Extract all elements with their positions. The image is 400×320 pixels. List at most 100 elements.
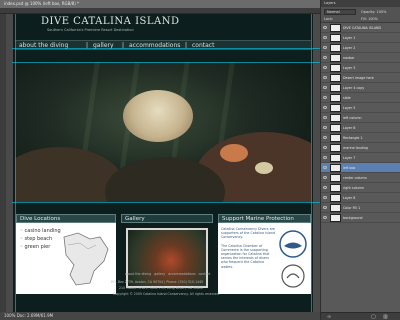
location-item[interactable]: ◦ green pier <box>20 244 61 250</box>
visibility-eye-icon[interactable] <box>323 46 327 49</box>
trash-icon[interactable]: ▥ <box>383 314 388 320</box>
layer-name[interactable]: left column <box>343 113 362 122</box>
layer-row[interactable]: left box <box>321 163 400 173</box>
visibility-eye-icon[interactable] <box>323 106 327 109</box>
guide-line[interactable] <box>311 14 312 312</box>
new-layer-icon[interactable]: ▢ <box>371 314 376 320</box>
visibility-eye-icon[interactable] <box>323 116 327 119</box>
layer-name[interactable]: Color Fill 1 <box>343 203 360 212</box>
layer-row[interactable]: slide <box>321 93 400 103</box>
gallery-heading: Gallery <box>121 214 213 223</box>
site-tagline: Southern California's Premiere Resort De… <box>47 28 134 32</box>
visibility-eye-icon[interactable] <box>323 136 327 139</box>
layer-thumbnail <box>330 84 341 92</box>
layer-name[interactable]: center column <box>343 173 367 182</box>
layer-row[interactable]: Desert image here <box>321 73 400 83</box>
layer-row[interactable]: Layer 7 <box>321 153 400 163</box>
visibility-eye-icon[interactable] <box>323 86 327 89</box>
layer-row[interactable]: Layer 2 <box>321 43 400 53</box>
layer-name[interactable]: right column <box>343 183 364 192</box>
layer-thumbnail <box>330 154 341 162</box>
layer-name[interactable]: Layer 7 <box>343 153 355 162</box>
layer-row[interactable]: background <box>321 213 400 223</box>
layer-thumbnail <box>330 144 341 152</box>
layer-row[interactable]: Rectangle 1 <box>321 133 400 143</box>
footer-address: P.O. Box 2739, Avalon, CA 90704 | Phone:… <box>111 280 204 284</box>
layer-name[interactable]: slide <box>343 93 351 102</box>
visibility-eye-icon[interactable] <box>323 36 327 39</box>
layer-row[interactable]: navbar <box>321 53 400 63</box>
layer-name[interactable]: Layer 6 <box>343 123 355 132</box>
layer-name[interactable]: navbar <box>343 53 355 62</box>
visibility-eye-icon[interactable] <box>323 26 327 29</box>
layer-row[interactable]: marine landing <box>321 143 400 153</box>
layer-row[interactable]: left column <box>321 113 400 123</box>
chamber-logo-icon <box>281 264 305 288</box>
guide-line[interactable] <box>12 62 320 63</box>
layer-row[interactable]: Color Fill 1 <box>321 203 400 213</box>
layer-thumbnail <box>330 184 341 192</box>
guide-line[interactable] <box>12 48 320 49</box>
fill-field[interactable]: Fill: 100% <box>361 16 378 22</box>
layer-name[interactable]: Layer 3 <box>343 63 355 72</box>
guide-line[interactable] <box>12 202 320 203</box>
location-item[interactable]: ◦ step beach <box>20 236 61 242</box>
layer-thumbnail <box>330 124 341 132</box>
layer-name[interactable]: Layer 1 <box>343 33 355 42</box>
visibility-eye-icon[interactable] <box>323 216 327 219</box>
visibility-eye-icon[interactable] <box>323 146 327 149</box>
link-icon[interactable]: ∞ <box>327 314 331 320</box>
layer-name[interactable]: Layer 5 <box>343 103 355 112</box>
layer-name[interactable]: DIVE CATALINA ISLAND <box>343 23 381 32</box>
visibility-eye-icon[interactable] <box>323 96 327 99</box>
layer-name[interactable]: left box <box>343 163 355 172</box>
layer-name[interactable]: Layer 4 copy <box>343 83 364 92</box>
layer-row[interactable]: Layer 6 <box>321 123 400 133</box>
layer-thumbnail <box>330 94 341 102</box>
blend-mode-select[interactable]: Normal <box>324 9 356 15</box>
location-item[interactable]: ◦ casino landing <box>20 228 61 234</box>
starfish <box>123 90 193 142</box>
opacity-field[interactable]: Opacity: 100% <box>361 9 387 15</box>
footer-link[interactable]: accommodations <box>168 272 195 276</box>
layer-row[interactable]: Layer 4 copy <box>321 83 400 93</box>
layer-thumbnail <box>330 134 341 142</box>
visibility-eye-icon[interactable] <box>323 176 327 179</box>
layer-name[interactable]: Rectangle 1 <box>343 133 363 142</box>
layer-row[interactable]: Layer 3 <box>321 63 400 73</box>
layer-name[interactable]: Layer 8 <box>343 193 355 202</box>
layer-name[interactable]: Desert image here <box>343 73 374 82</box>
guide-line[interactable] <box>15 14 16 312</box>
visibility-eye-icon[interactable] <box>323 156 327 159</box>
layer-row[interactable]: Layer 8 <box>321 193 400 203</box>
visibility-eye-icon[interactable] <box>323 196 327 199</box>
footer-address-2: 210 Golden Shore, Suite 135, Long Beach,… <box>119 286 204 290</box>
layers-panel-header[interactable]: Layers <box>321 0 400 7</box>
visibility-eye-icon[interactable] <box>323 56 327 59</box>
visibility-eye-icon[interactable] <box>323 166 327 169</box>
document-tab[interactable]: index.psd @ 100% (left box, RGB/8) * <box>0 0 320 8</box>
layer-row[interactable]: Layer 5 <box>321 103 400 113</box>
layer-row[interactable]: center column <box>321 173 400 183</box>
visibility-eye-icon[interactable] <box>323 126 327 129</box>
support-heading: Support Marine Protection <box>218 214 311 223</box>
footer-link[interactable]: gallery <box>154 272 165 276</box>
gallery-photo[interactable] <box>126 228 208 288</box>
layer-name[interactable]: background <box>343 213 363 222</box>
layer-name[interactable]: marine landing <box>343 143 368 152</box>
layer-row[interactable]: right column <box>321 183 400 193</box>
footer-link[interactable]: contact <box>199 272 211 276</box>
layer-row[interactable]: DIVE CATALINA ISLAND <box>321 23 400 33</box>
layer-thumbnail <box>330 204 341 212</box>
layers-footer: ∞ ▢ ▥ <box>321 312 400 320</box>
canvas-area[interactable]: DIVE CATALINA ISLAND Southern California… <box>6 14 320 312</box>
footer-link[interactable]: about the diving <box>125 272 151 276</box>
visibility-eye-icon[interactable] <box>323 76 327 79</box>
layer-row[interactable]: Layer 1 <box>321 33 400 43</box>
layers-panel: Layers Normal Opacity: 100% Lock: Fill: … <box>320 0 400 320</box>
layer-name[interactable]: Layer 2 <box>343 43 355 52</box>
visibility-eye-icon[interactable] <box>323 206 327 209</box>
visibility-eye-icon[interactable] <box>323 66 327 69</box>
visibility-eye-icon[interactable] <box>323 186 327 189</box>
layer-thumbnail <box>330 164 341 172</box>
